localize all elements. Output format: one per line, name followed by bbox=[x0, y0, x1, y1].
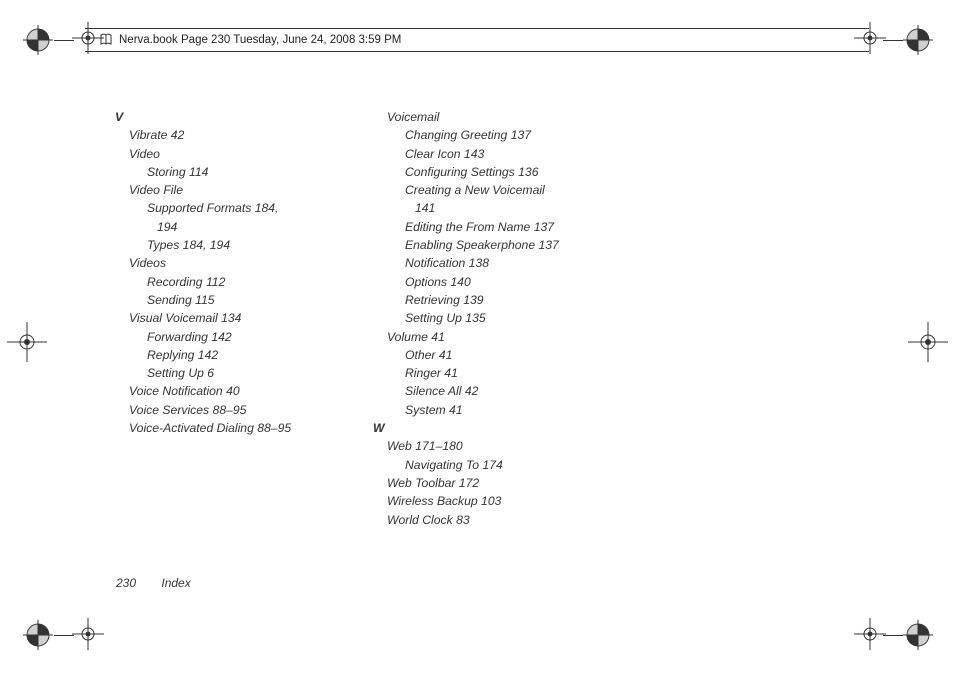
crop-mark-left-icon bbox=[7, 322, 47, 367]
index-entry: Types 184, 194 bbox=[115, 236, 363, 254]
index-entry: Ringer 41 bbox=[373, 364, 621, 382]
index-entry: 194 bbox=[115, 218, 363, 236]
index-entry: Setting Up 6 bbox=[115, 364, 363, 382]
index-section-letter-w: W bbox=[373, 419, 621, 437]
page-section-name: Index bbox=[161, 576, 190, 590]
frame-line bbox=[883, 635, 903, 636]
index-entry: Navigating To 174 bbox=[373, 456, 621, 474]
crop-mark-right-icon bbox=[908, 322, 948, 367]
crop-target-bottom-left-icon bbox=[72, 618, 104, 655]
index-entry: Voice Notification 40 bbox=[115, 382, 363, 400]
index-entry: Vibrate 42 bbox=[115, 126, 363, 144]
index-entry: Voice Services 88–95 bbox=[115, 401, 363, 419]
frame-line bbox=[54, 40, 74, 41]
index-entry: World Clock 83 bbox=[373, 511, 621, 529]
index-entry: Volume 41 bbox=[373, 328, 621, 346]
register-mark-bottom-right-icon bbox=[903, 620, 933, 655]
index-entry: System 41 bbox=[373, 401, 621, 419]
register-mark-top-right-icon bbox=[903, 25, 933, 60]
index-entry: Web Toolbar 172 bbox=[373, 474, 621, 492]
index-entry: Enabling Speakerphone 137 bbox=[373, 236, 621, 254]
index-entry: Web 171–180 bbox=[373, 437, 621, 455]
index-entry: Options 140 bbox=[373, 273, 621, 291]
index-section-letter-v: V bbox=[115, 108, 363, 126]
page-number: 230 bbox=[116, 576, 136, 590]
register-mark-bottom-left-icon bbox=[23, 620, 53, 655]
index-entry: Configuring Settings 136 bbox=[373, 163, 621, 181]
frame-line bbox=[883, 40, 903, 41]
index-entry: Videos bbox=[115, 254, 363, 272]
index-entry: Forwarding 142 bbox=[115, 328, 363, 346]
index-entry: Storing 114 bbox=[115, 163, 363, 181]
index-entry: Replying 142 bbox=[115, 346, 363, 364]
page-footer: 230 Index bbox=[116, 576, 191, 590]
index-entry: Editing the From Name 137 bbox=[373, 218, 621, 236]
index-entry: Creating a New Voicemail bbox=[373, 181, 621, 199]
index-entry: Visual Voicemail 134 bbox=[115, 309, 363, 327]
index-entry: Wireless Backup 103 bbox=[373, 492, 621, 510]
index-entry: Voice-Activated Dialing 88–95 bbox=[115, 419, 363, 437]
document-header: Nerva.book Page 230 Tuesday, June 24, 20… bbox=[85, 28, 869, 52]
index-entry: Silence All 42 bbox=[373, 382, 621, 400]
index-entry: 141 bbox=[373, 199, 621, 217]
index-entry: Retrieving 139 bbox=[373, 291, 621, 309]
index-entry: Setting Up 135 bbox=[373, 309, 621, 327]
frame-line bbox=[54, 635, 74, 636]
index-column-1: V Vibrate 42VideoStoring 114Video FileSu… bbox=[115, 108, 363, 529]
index-entry: Video File bbox=[115, 181, 363, 199]
index-entry: Recording 112 bbox=[115, 273, 363, 291]
index-entry: Voicemail bbox=[373, 108, 621, 126]
index-entry: Other 41 bbox=[373, 346, 621, 364]
book-icon bbox=[99, 33, 113, 47]
index-column-2: VoicemailChanging Greeting 137Clear Icon… bbox=[373, 108, 621, 529]
index-entry: Clear Icon 143 bbox=[373, 145, 621, 163]
index-entry: Video bbox=[115, 145, 363, 163]
header-text: Nerva.book Page 230 Tuesday, June 24, 20… bbox=[119, 34, 401, 46]
index-entry: Supported Formats 184, bbox=[115, 199, 363, 217]
index-entry: Changing Greeting 137 bbox=[373, 126, 621, 144]
index-entry: Sending 115 bbox=[115, 291, 363, 309]
register-mark-top-left-icon bbox=[23, 25, 53, 60]
index-content: V Vibrate 42VideoStoring 114Video FileSu… bbox=[115, 108, 845, 529]
index-entry: Notification 138 bbox=[373, 254, 621, 272]
crop-target-bottom-right-icon bbox=[854, 618, 886, 655]
